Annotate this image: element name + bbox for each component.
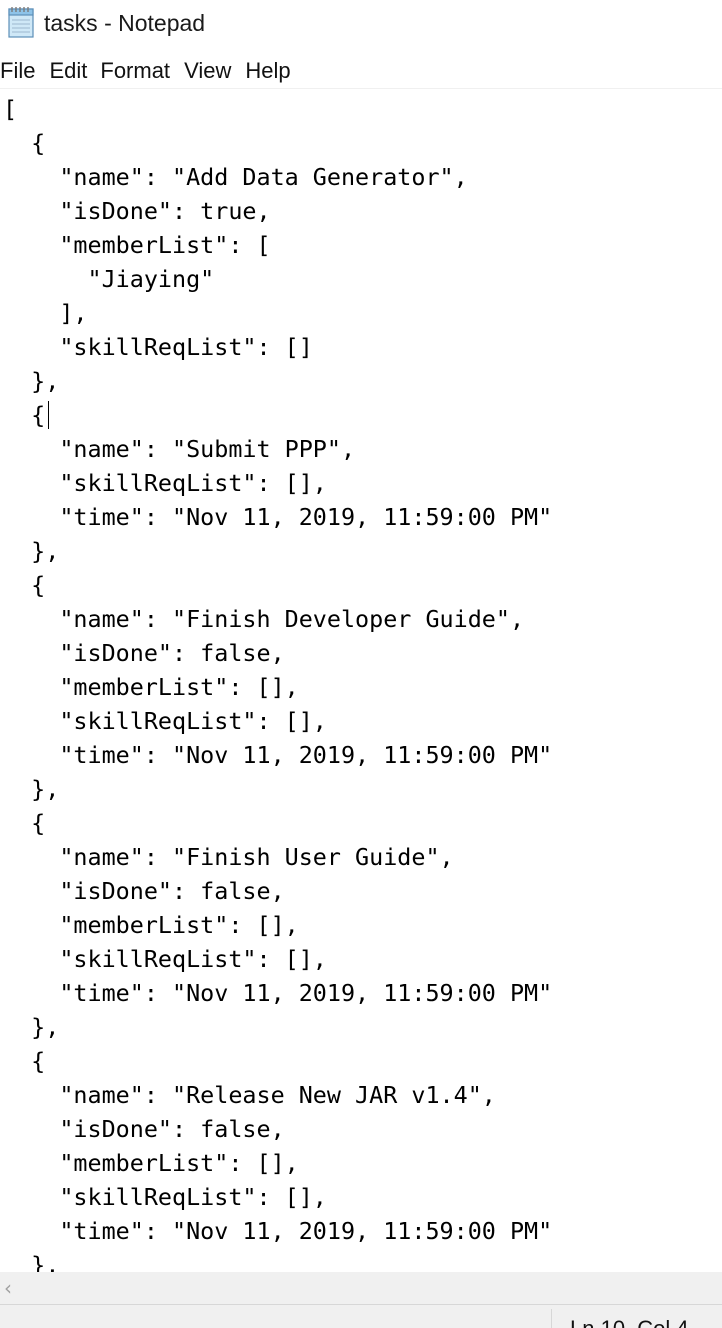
editor-line: "skillReqList": [], <box>3 707 327 735</box>
horizontal-scrollbar[interactable]: ‹ <box>0 1272 722 1304</box>
editor-line: "name": "Submit PPP", <box>3 435 356 463</box>
editor-line: }, <box>3 1251 60 1272</box>
editor-line: { <box>3 1047 46 1075</box>
editor-line: "memberList": [], <box>3 673 299 701</box>
editor-line: "name": "Finish Developer Guide", <box>3 605 525 633</box>
editor-line: { <box>3 809 46 837</box>
editor-line: }, <box>3 537 60 565</box>
editor-line: "skillReqList": [], <box>3 1183 327 1211</box>
status-bar: Ln 10, Col 4 <box>0 1304 722 1328</box>
editor-line: "name": "Finish User Guide", <box>3 843 454 871</box>
editor-line: "isDone": true, <box>3 197 271 225</box>
scroll-left-arrow-icon[interactable]: ‹ <box>4 1276 12 1300</box>
editor-line: "isDone": false, <box>3 877 285 905</box>
editor-line: "memberList": [ <box>3 231 271 259</box>
window-title: tasks - Notepad <box>44 10 206 36</box>
editor-line: "skillReqList": [], <box>3 945 327 973</box>
text-editor[interactable]: [ { "name": "Add Data Generator", "isDon… <box>0 90 722 1272</box>
editor-line: "name": "Add Data Generator", <box>3 163 468 191</box>
status-divider <box>551 1309 552 1328</box>
editor-line: }, <box>3 775 60 803</box>
editor-line: { <box>3 401 46 429</box>
editor-line: "isDone": false, <box>3 1115 285 1143</box>
menu-format[interactable]: Format <box>100 54 170 88</box>
editor-line: "time": "Nov 11, 2019, 11:59:00 PM" <box>3 741 553 769</box>
text-caret <box>48 401 49 429</box>
title-bar[interactable]: tasks - Notepad <box>0 0 722 46</box>
editor-line: "name": "Release New JAR v1.4", <box>3 1081 496 1109</box>
editor-line: "time": "Nov 11, 2019, 11:59:00 PM" <box>3 979 553 1007</box>
editor-line: { <box>3 129 46 157</box>
editor-line: }, <box>3 367 60 395</box>
menu-file[interactable]: File <box>0 54 35 88</box>
notepad-icon <box>8 7 34 38</box>
editor-line: "skillReqList": [], <box>3 469 327 497</box>
editor-line: "memberList": [], <box>3 911 299 939</box>
menu-view[interactable]: View <box>184 54 231 88</box>
cursor-position: Ln 10, Col 4 <box>570 1315 689 1328</box>
editor-line: "isDone": false, <box>3 639 285 667</box>
editor-line: }, <box>3 1013 60 1041</box>
menu-edit[interactable]: Edit <box>49 54 87 88</box>
editor-line: ], <box>3 299 88 327</box>
editor-line: "Jiaying" <box>3 265 215 293</box>
menu-bar: File Edit Format View Help <box>0 54 722 89</box>
editor-line: "memberList": [], <box>3 1149 299 1177</box>
editor-line: { <box>3 571 46 599</box>
editor-line: "time": "Nov 11, 2019, 11:59:00 PM" <box>3 503 553 531</box>
menu-help[interactable]: Help <box>245 54 290 88</box>
editor-line: "time": "Nov 11, 2019, 11:59:00 PM" <box>3 1217 553 1245</box>
editor-line: "skillReqList": [] <box>3 333 313 361</box>
editor-line: [ <box>3 95 18 123</box>
